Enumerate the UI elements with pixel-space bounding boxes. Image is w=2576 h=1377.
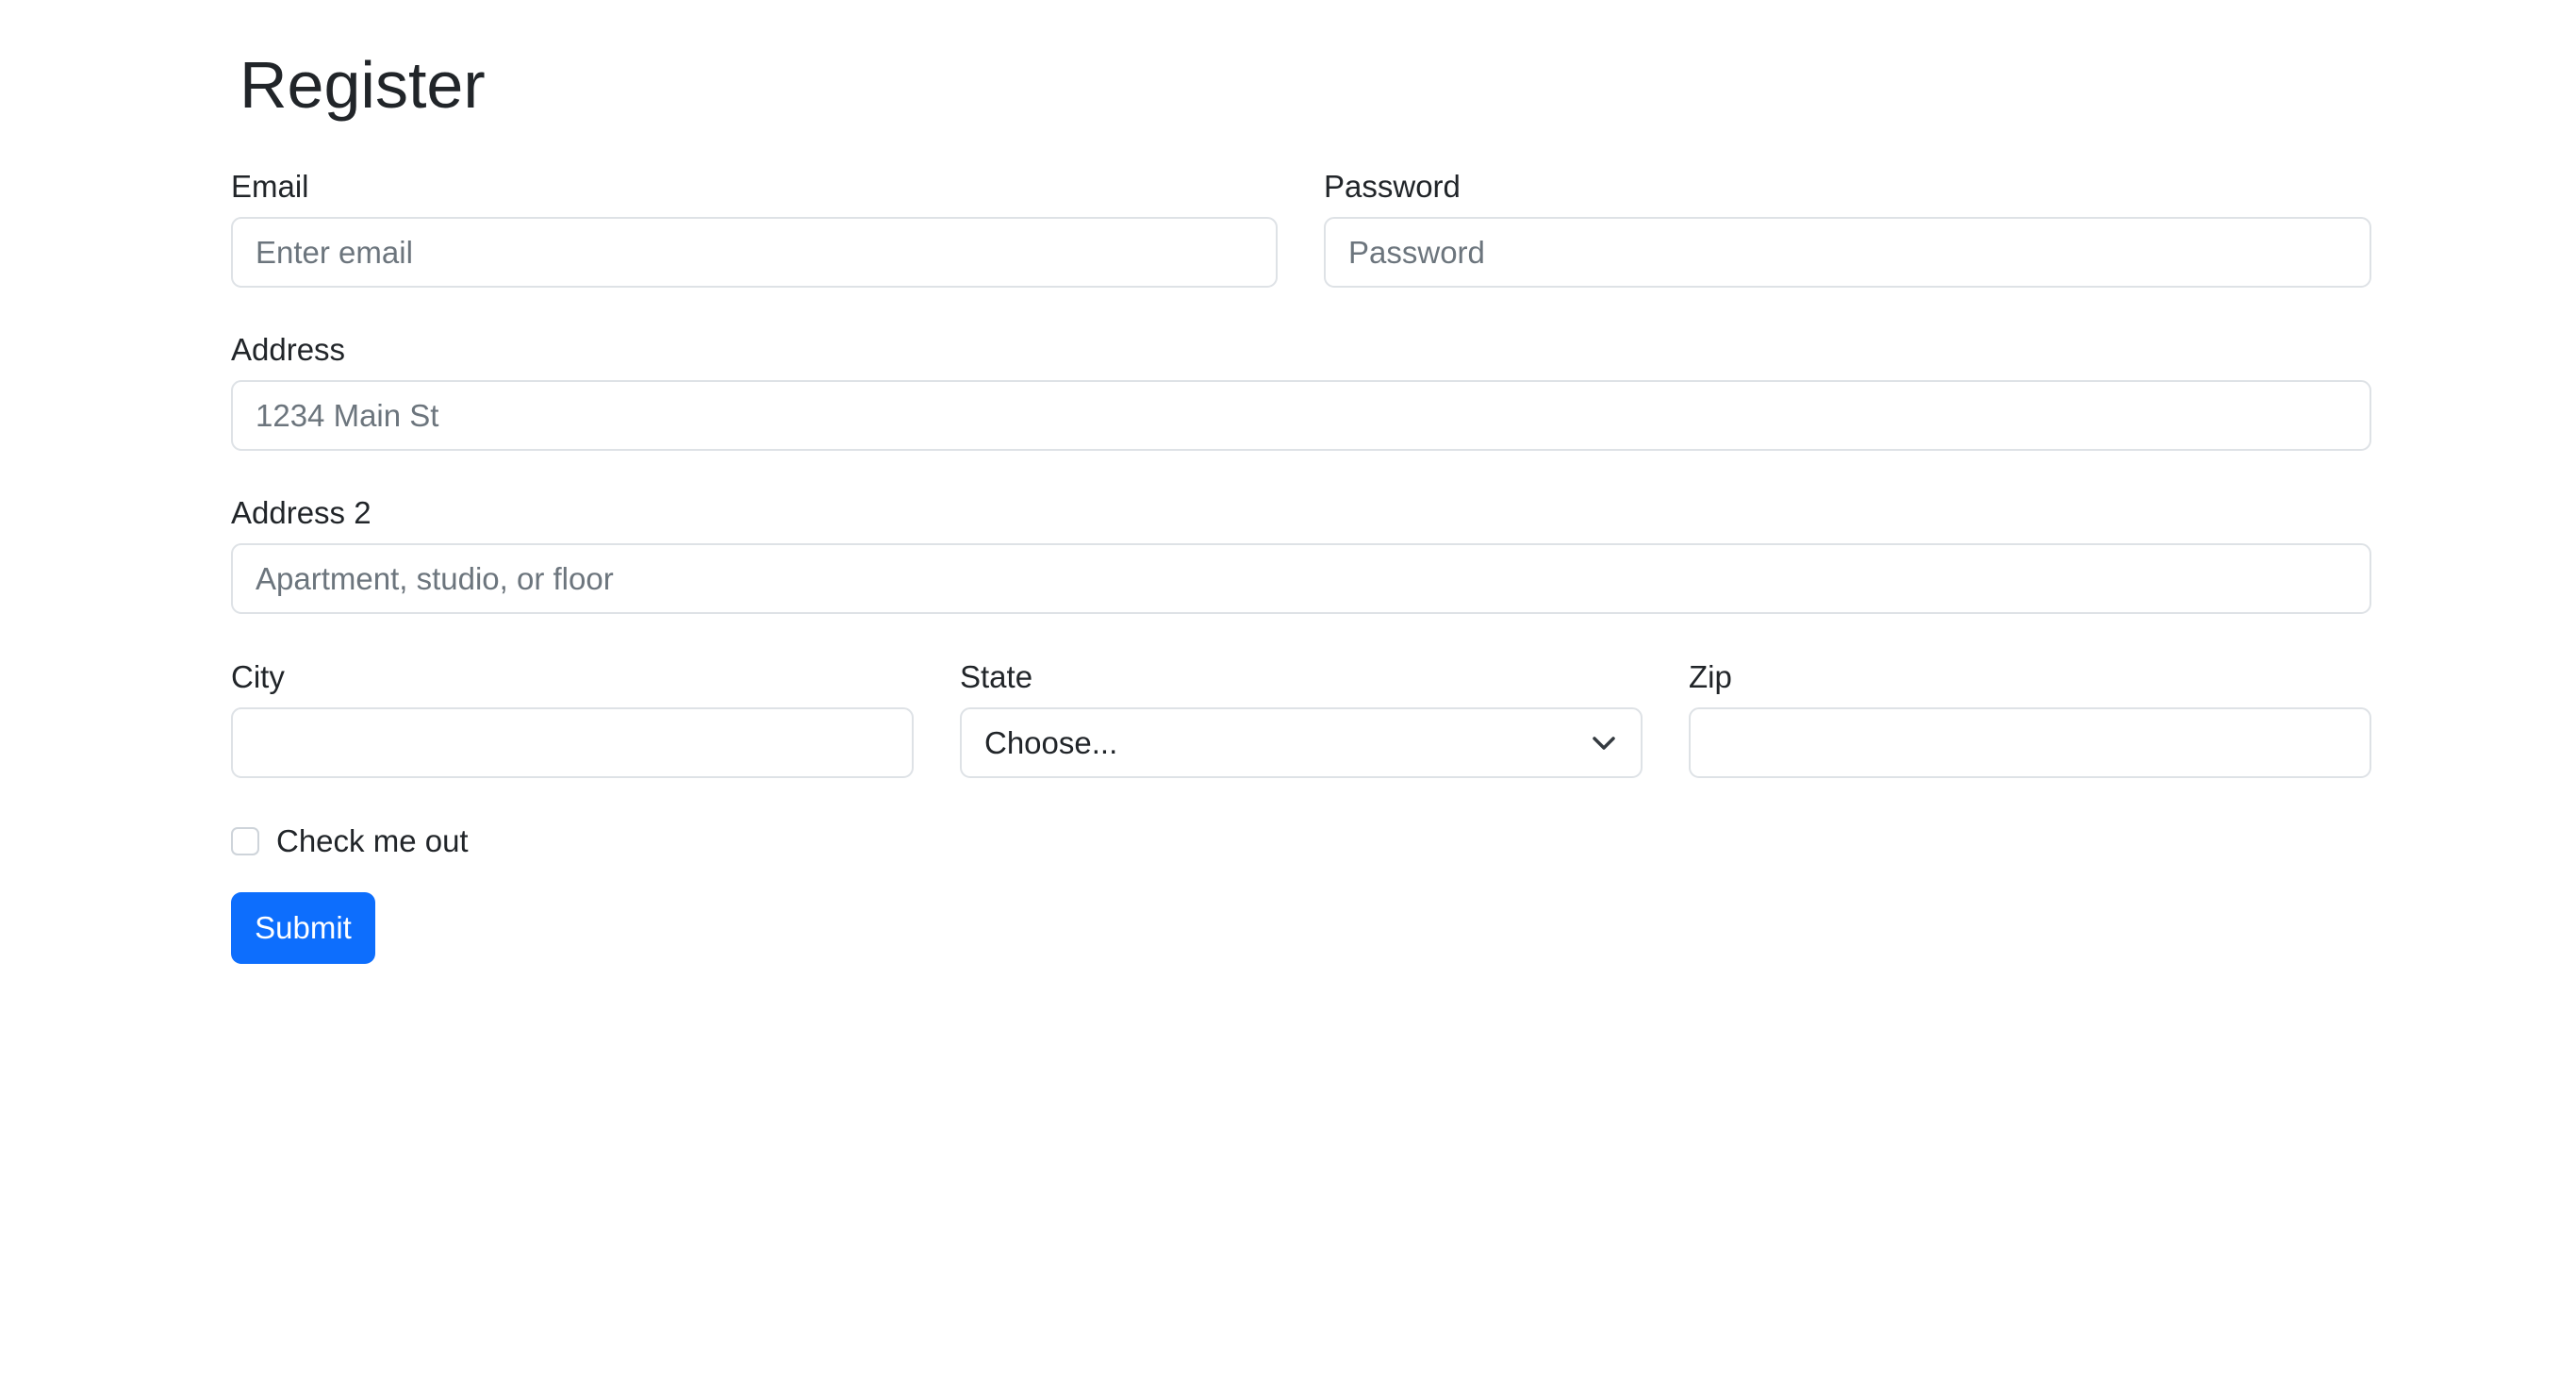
- address2-label: Address 2: [231, 495, 372, 530]
- address-input[interactable]: [231, 380, 2371, 451]
- check-me-out-checkbox[interactable]: [231, 827, 259, 855]
- password-input[interactable]: [1324, 217, 2371, 288]
- state-selected-value: Choose...: [984, 724, 1118, 760]
- email-label: Email: [231, 169, 309, 204]
- email-input[interactable]: [231, 217, 1278, 288]
- password-group: Password: [1324, 168, 2371, 300]
- zip-label: Zip: [1689, 659, 1732, 694]
- city-label: City: [231, 659, 285, 694]
- check-me-out-label[interactable]: Check me out: [276, 822, 469, 860]
- city-input[interactable]: [231, 707, 914, 778]
- zip-group: Zip: [1689, 658, 2371, 790]
- city-group: City: [231, 658, 914, 790]
- address2-input[interactable]: [231, 543, 2371, 614]
- check-me-out-row: Check me out: [231, 821, 469, 861]
- address-group: Address: [231, 331, 2371, 463]
- email-group: Email: [231, 168, 1278, 300]
- submit-button[interactable]: Submit: [231, 892, 375, 964]
- state-label: State: [960, 659, 1033, 694]
- page-title: Register: [239, 48, 486, 122]
- address-label: Address: [231, 332, 346, 367]
- password-label: Password: [1324, 169, 1461, 204]
- state-group: State Choose...: [960, 658, 1643, 790]
- state-select[interactable]: Choose...: [960, 707, 1643, 778]
- zip-input[interactable]: [1689, 707, 2371, 778]
- chevron-down-icon: [1590, 729, 1618, 757]
- address2-group: Address 2: [231, 494, 2371, 626]
